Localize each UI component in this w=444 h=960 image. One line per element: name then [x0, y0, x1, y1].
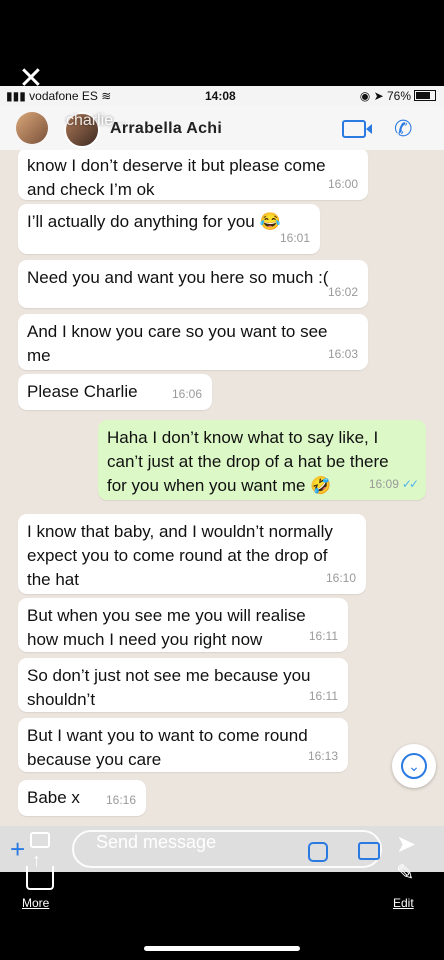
carrier-text: vodafone ES: [29, 89, 98, 103]
chat-header: charlie... Arrabella Achi ✆: [0, 106, 444, 151]
message-text: But when you see me you will realise how…: [27, 606, 306, 649]
message-time: 16:11: [308, 689, 338, 703]
chat-area[interactable]: know I don’t deserve it but please come …: [0, 150, 444, 826]
battery-icon: [414, 90, 436, 101]
message-text: I’ll actually do anything for you 😂: [27, 212, 281, 231]
message-text: So don’t just not see me because you sho…: [27, 666, 311, 709]
message-bubble-outgoing: Haha I don’t know what to say like, I ca…: [98, 420, 426, 500]
message-bubble: And I know you care so you want to see m…: [18, 314, 368, 370]
plus-icon[interactable]: +: [10, 834, 25, 865]
message-bubble: So don’t just not see me because you sho…: [18, 658, 348, 712]
message-time-text: 16:09: [368, 477, 399, 491]
message-time: 16:09 ✓✓: [368, 472, 419, 496]
more-button[interactable]: More: [22, 896, 49, 910]
message-text: I know that baby, and I wouldn’t normall…: [27, 522, 333, 589]
story-avatar: [16, 112, 48, 144]
message-bubble: I know that baby, and I wouldn’t normall…: [18, 514, 366, 594]
send-message-placeholder: Send message: [96, 832, 217, 852]
sticker-icon[interactable]: [308, 842, 328, 862]
message-bubble: Please Charlie 16:06: [18, 374, 212, 410]
message-bubble: Babe x 16:16: [18, 780, 146, 816]
message-text: know I don’t deserve it but please come …: [27, 156, 326, 199]
message-time: 16:11: [308, 629, 338, 643]
edit-button[interactable]: Edit: [393, 896, 414, 910]
message-time: 16:10: [325, 571, 356, 585]
share-icon[interactable]: [26, 850, 54, 890]
message-text: And I know you care so you want to see m…: [27, 322, 328, 365]
chevron-down-icon: ⌄: [401, 753, 427, 779]
send-icon[interactable]: ➤: [396, 830, 416, 859]
message-bubble: But I want you to want to come round bec…: [18, 718, 348, 772]
message-time: 16:06: [171, 387, 202, 401]
contact-name[interactable]: Arrabella Achi: [110, 120, 222, 138]
message-bubble: know I don’t deserve it but please come …: [18, 150, 368, 200]
message-text: Need you and want you here so much :(: [27, 268, 329, 287]
message-time: 16:13: [307, 749, 338, 763]
message-bubble: I’ll actually do anything for you 😂 16:0…: [18, 204, 320, 254]
message-time: 16:03: [327, 347, 358, 361]
message-input-bar: + Send message ➤: [0, 826, 444, 872]
camera-icon[interactable]: [358, 842, 380, 860]
story-viewer: ✕ ▮▮▮ vodafone ES ≋ 14:08 ◉ ➤ 76% charli…: [0, 0, 444, 960]
message-time: 16:16: [105, 793, 136, 807]
status-right: ◉ ➤ 76%: [360, 89, 436, 103]
video-icon[interactable]: [342, 120, 372, 138]
carrier-name: ▮▮▮ vodafone ES ≋: [6, 89, 112, 103]
message-text: But I want you to want to come round bec…: [27, 726, 308, 769]
status-time: 14:08: [205, 89, 236, 103]
message-time: 16:00: [327, 177, 358, 191]
read-receipt-icon: ✓✓: [401, 477, 419, 491]
status-bar: ▮▮▮ vodafone ES ≋ 14:08 ◉ ➤ 76%: [0, 86, 444, 106]
story-bottom-bar: More ✎ Edit: [0, 850, 444, 960]
message-time: 16:01: [279, 231, 310, 245]
message-bubble: But when you see me you will realise how…: [18, 598, 348, 652]
home-indicator: [144, 946, 300, 951]
phone-icon[interactable]: ✆: [394, 116, 412, 142]
scroll-down-button[interactable]: ⌄: [392, 744, 436, 788]
message-time: 16:02: [327, 285, 358, 299]
message-bubble: Need you and want you here so much :( 16…: [18, 260, 368, 308]
pencil-icon[interactable]: ✎: [396, 860, 414, 886]
battery-percent: 76%: [386, 89, 411, 103]
story-camera-icon[interactable]: [30, 832, 50, 848]
